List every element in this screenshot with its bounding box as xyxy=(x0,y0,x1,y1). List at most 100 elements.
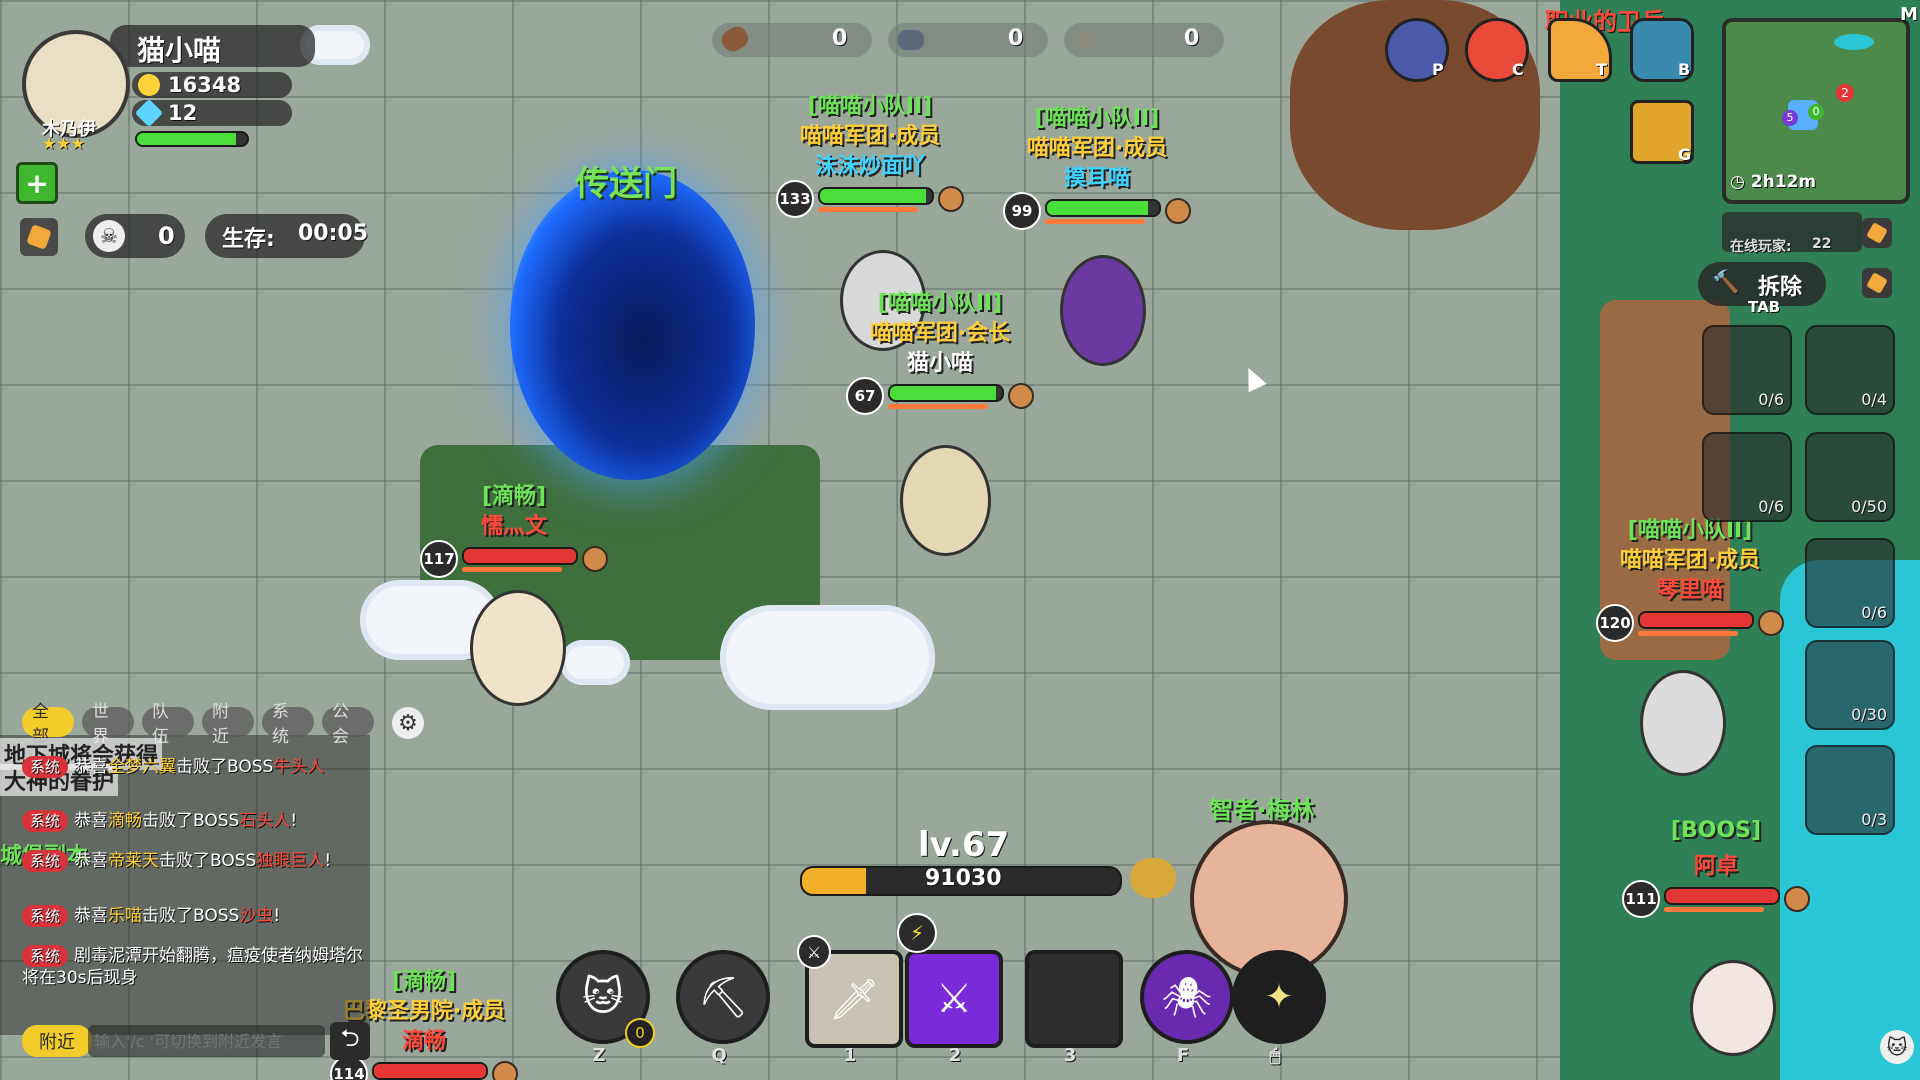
minimap-marker: 2 xyxy=(1836,84,1854,102)
knight-sprite[interactable] xyxy=(1640,670,1726,776)
chat-text: 击败了BOSS xyxy=(159,851,257,871)
channel-select-button[interactable]: 附近 xyxy=(22,1025,92,1057)
minimap-timer: 2h12m xyxy=(1750,172,1817,192)
dash-icon[interactable]: ✦ xyxy=(1232,950,1326,1044)
ore-count: 0 xyxy=(1184,26,1200,51)
slot-count: 0/6 xyxy=(1861,603,1887,622)
chat-message: 系统 恭喜乐喵击败了BOSS沙虫! xyxy=(22,905,372,927)
survive-time: 00:05 xyxy=(298,221,369,246)
kill-count: 0 xyxy=(158,222,175,250)
chat-input[interactable] xyxy=(88,1025,325,1057)
chat-text: ! xyxy=(290,811,298,831)
character-name: 阿卓 xyxy=(1693,854,1739,879)
chat-message: 系统 剧毒泥潭开始翻腾，瘟疫使者纳姆塔尔将在30s后现身 xyxy=(22,945,372,989)
skill-key: 2 xyxy=(948,1045,962,1066)
skill-key: Z xyxy=(592,1045,606,1066)
mouse-cursor-icon xyxy=(1239,363,1267,393)
mage-sprite[interactable] xyxy=(1060,255,1146,366)
map-hotkey: M xyxy=(1900,4,1918,25)
guild-title: 喵喵军团·成员 xyxy=(1026,136,1168,161)
add-heal-icon[interactable]: + xyxy=(16,162,58,204)
chat-tab-guild[interactable]: 公会 xyxy=(322,702,374,747)
slot-count: 0/4 xyxy=(1861,390,1887,409)
cat-logo-icon[interactable]: 🐱 xyxy=(1880,1030,1914,1064)
pickaxe-icon[interactable]: ⛏ xyxy=(676,950,770,1044)
health-row: 133 xyxy=(776,180,964,218)
build-slot-barrel[interactable]: 0/30 xyxy=(1805,640,1895,730)
system-badge: 系统 xyxy=(22,905,69,927)
chat-tab-team[interactable]: 队伍 xyxy=(142,702,194,747)
chat-message: 系统 恭喜帝莱天击败了BOSS独眼巨人! xyxy=(22,850,372,872)
quest-icon[interactable] xyxy=(20,218,58,256)
health-bar xyxy=(1664,886,1780,905)
horned-sprite[interactable] xyxy=(1690,960,1776,1056)
chat-message: 系统 恭喜滴畅击败了BOSS石头人! xyxy=(22,810,372,832)
build-slot-chest[interactable]: 0/3 xyxy=(1805,745,1895,835)
hotkey-g: G xyxy=(1678,145,1692,164)
build-slot-upgrade[interactable]: 0/6 xyxy=(1702,325,1792,415)
chat-text: 击败了BOSS xyxy=(142,811,240,831)
build-slot-wall[interactable]: 0/50 xyxy=(1805,432,1895,522)
hotkey-b: B xyxy=(1678,60,1691,79)
build-slot-campfire[interactable]: 0/4 xyxy=(1805,325,1895,415)
purple-spider-icon[interactable]: 🕷 xyxy=(1140,950,1234,1044)
minimap-marker: 5 xyxy=(1782,110,1798,126)
minimap-timer-row: ◷ 2h12m xyxy=(1730,172,1816,192)
build-slot-trap[interactable]: 0/6 xyxy=(1702,432,1792,522)
character-name: 滴畅 xyxy=(401,1029,447,1054)
player-hp-bar xyxy=(135,131,249,147)
portal[interactable] xyxy=(510,170,755,480)
cloud xyxy=(720,605,935,710)
king-sprite[interactable] xyxy=(470,590,566,706)
chat-tab-all[interactable]: 全部 xyxy=(22,702,74,747)
health-bar xyxy=(818,186,934,205)
chat-text: 恭喜 xyxy=(74,757,109,777)
health-fill xyxy=(464,548,576,563)
level-badge: 120 xyxy=(1596,604,1634,642)
chat-tab-nearby[interactable]: 附近 xyxy=(202,702,254,747)
mummy-player-sprite[interactable] xyxy=(900,445,991,556)
survive-label: 生存: xyxy=(222,227,275,252)
game-viewport[interactable]: 传送门 [喵喵小队II] 喵喵军团·成员 沫沫炒面吖 133 [喵喵小队II] 喵喵军团·… xyxy=(0,0,1920,1080)
build-slot-gate[interactable]: 0/6 xyxy=(1805,538,1895,628)
health-bar xyxy=(1045,198,1161,217)
guild-title: 喵喵军团·成员 xyxy=(799,124,941,149)
system-badge: 系统 xyxy=(22,850,69,872)
health-fill xyxy=(374,1063,486,1078)
player-name: 猫小喵 xyxy=(137,34,222,67)
skill-key: Q xyxy=(711,1045,727,1066)
chat-text: 击败了BOSS xyxy=(142,906,240,926)
health-row: 67 xyxy=(846,377,1034,415)
health-fill xyxy=(820,188,927,203)
chat-settings-gear-icon[interactable]: ⚙ xyxy=(392,707,424,739)
pet-icon xyxy=(492,1061,518,1080)
level-badge: 111 xyxy=(1622,880,1660,918)
level-badge: 133 xyxy=(776,180,814,218)
chat-text: 恭喜 xyxy=(74,906,109,926)
chat-player-name: 帝莱天 xyxy=(108,851,160,871)
settings-tile-icon[interactable] xyxy=(1862,218,1892,248)
health-bar xyxy=(462,546,578,565)
mana-bar xyxy=(1638,630,1738,636)
health-fill xyxy=(1047,200,1148,215)
empty-slot[interactable] xyxy=(1025,950,1123,1048)
purple-katana-icon[interactable]: ⚔ xyxy=(905,950,1003,1048)
guild-title: 喵喵军团·会长 xyxy=(869,321,1011,346)
mana-bar xyxy=(818,206,918,212)
gold-amount: 16348 xyxy=(168,73,242,97)
skill-key: 3 xyxy=(1063,1045,1077,1066)
settings-tile-icon[interactable] xyxy=(1862,268,1892,298)
mana-bar xyxy=(1664,906,1764,912)
minimap[interactable]: 2 5 0 ◷ 2h12m xyxy=(1722,18,1910,204)
pet-icon xyxy=(1784,886,1810,912)
demolish-hotkey: TAB xyxy=(1748,298,1781,316)
health-bar xyxy=(1638,610,1754,629)
pet-icon xyxy=(1008,383,1034,409)
chat-boss-name: 石头人 xyxy=(239,811,291,831)
guild-title: 喵喵军团·成员 xyxy=(1619,548,1761,573)
chat-tab-system[interactable]: 系统 xyxy=(262,702,314,747)
chat-text: ! xyxy=(273,906,281,926)
back-arrow-icon[interactable]: ⮌ xyxy=(330,1022,370,1060)
chat-tab-world[interactable]: 世界 xyxy=(82,702,134,747)
player-level: lv.67 xyxy=(918,825,1010,865)
